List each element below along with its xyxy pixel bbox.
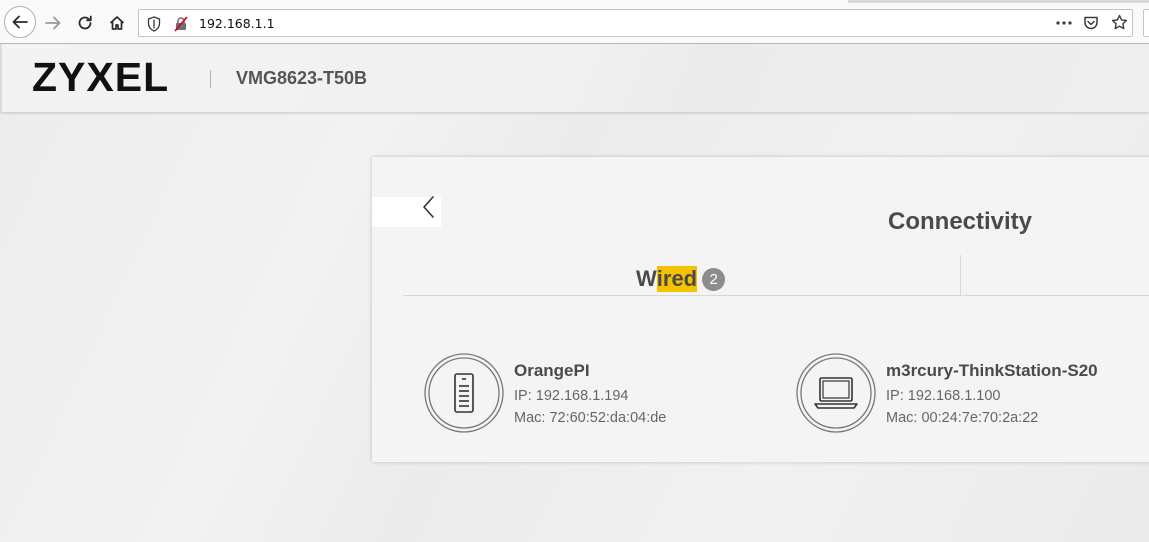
active-tab[interactable] (0, 0, 848, 3)
tab-strip (0, 0, 1149, 3)
server-icon (424, 353, 504, 433)
url-text[interactable]: 192.168.1.1 (199, 16, 275, 31)
pocket-icon[interactable] (1083, 15, 1099, 31)
home-icon (109, 16, 125, 30)
search-box-edge[interactable] (1143, 9, 1149, 37)
back-button[interactable] (4, 6, 36, 38)
tab-separator (960, 255, 961, 295)
zyxel-logo: ZYXEL (32, 56, 169, 98)
more-actions-icon[interactable] (1055, 18, 1073, 28)
card-title: Connectivity (888, 208, 1033, 235)
reload-button[interactable] (70, 8, 100, 38)
router-page: ZYXEL VMG8623-T50B Connectivity Wired 2 (0, 44, 1149, 542)
device-name: m3rcury-ThinkStation-S20 (886, 361, 1098, 380)
browser-toolbar: 192.168.1.1 (0, 0, 1149, 44)
device-mac: Mac: 00:24:7e:70:2a:22 (886, 410, 1039, 426)
connectivity-card: Connectivity Wired 2 OrangePI IP: 192.16… (372, 157, 1149, 462)
laptop-icon (796, 353, 876, 433)
home-button[interactable] (102, 8, 132, 38)
url-bar[interactable]: 192.168.1.1 (138, 9, 1133, 37)
arrow-left-icon (12, 15, 28, 29)
shield-icon[interactable] (147, 16, 161, 32)
device-name: OrangePI (514, 361, 590, 380)
insecure-lock-icon[interactable] (173, 16, 189, 32)
tab-wired-label-first: W (636, 266, 657, 291)
tab-row: Wired 2 (403, 255, 1149, 296)
header-divider (210, 70, 211, 88)
device-ip: IP: 192.168.1.194 (514, 388, 629, 404)
device-count-badge: 2 (702, 267, 726, 291)
chevron-left-icon[interactable] (422, 195, 436, 219)
device-ip: IP: 192.168.1.100 (886, 388, 1001, 404)
reload-icon (78, 15, 92, 30)
tab-wired[interactable]: Wired 2 (636, 266, 726, 292)
router-header: ZYXEL VMG8623-T50B (0, 44, 1149, 112)
device-mac: Mac: 72:60:52:da:04:de (514, 410, 667, 426)
model-name: VMG8623-T50B (236, 68, 368, 88)
forward-button[interactable] (38, 8, 68, 38)
tab-wired-label-highlight: ired (656, 266, 698, 292)
star-icon[interactable] (1111, 14, 1128, 31)
svg-text:ZYXEL: ZYXEL (32, 56, 169, 98)
arrow-right-icon (45, 16, 61, 30)
